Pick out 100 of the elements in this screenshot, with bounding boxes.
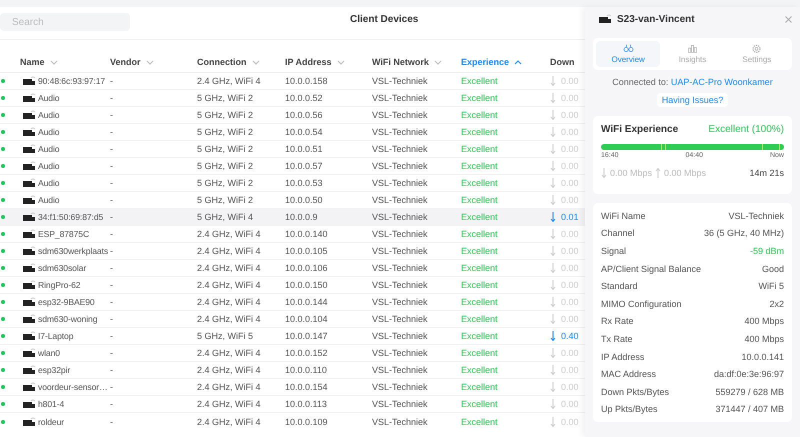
column-header[interactable]: IP Address xyxy=(285,57,332,67)
column-header[interactable]: Connection xyxy=(197,57,246,67)
device-icon xyxy=(23,297,35,307)
ip-cell-text: 10.0.0.56 xyxy=(285,110,324,120)
experience-cell-text: Excellent xyxy=(461,144,499,154)
binoculars-icon xyxy=(620,44,636,53)
vendor-cell-text: - xyxy=(110,314,114,324)
device-name: 34:f1:50:69:87:d5 xyxy=(38,212,104,222)
device-icon xyxy=(23,280,35,290)
device-name: sdm630solar xyxy=(38,263,86,273)
column-header: Down xyxy=(550,57,574,67)
device-icon xyxy=(23,144,35,154)
experience-cell-text: Excellent xyxy=(461,127,499,137)
down-arrow-icon xyxy=(550,297,556,307)
experience-cell-text: Excellent xyxy=(461,110,499,120)
connection-cell-text: 2.4 GHz, WiFi 4 xyxy=(197,399,262,409)
experience-cell-text: Excellent xyxy=(461,331,499,341)
vendor-cell-text: - xyxy=(110,93,114,103)
ip-cell-text: 10.0.0.158 xyxy=(285,76,329,86)
up-rate: 0.00 Mbps xyxy=(664,168,708,178)
down-arrow-icon xyxy=(550,416,556,426)
detail-label: Down Pkts/Bytes xyxy=(601,386,670,397)
detail-value: -59 dBm xyxy=(750,246,784,256)
network-cell-text: VSL-Techniek xyxy=(372,399,429,409)
ip-cell-text: 10.0.0.57 xyxy=(285,161,324,171)
down-arrow-icon xyxy=(550,246,556,256)
device-icon xyxy=(23,212,35,222)
vendor-cell-text: - xyxy=(110,382,114,392)
down-arrow-icon xyxy=(601,168,607,178)
down-rate: 0.40 xyxy=(561,331,579,341)
experience-cell-text: Excellent xyxy=(461,263,499,273)
device-icon xyxy=(599,14,611,24)
connection-cell-text: 5 GHz, WiFi 2 xyxy=(197,110,254,120)
device-name: ESP_87875C xyxy=(38,229,90,239)
down-arrow-icon xyxy=(550,127,556,137)
down-arrow-icon xyxy=(550,110,556,120)
ip-cell-text: 10.0.0.51 xyxy=(285,144,324,154)
vendor-cell-text: - xyxy=(110,416,114,426)
vendor-cell-text: - xyxy=(110,246,114,256)
table-row[interactable]: 34:f1:50:69:87:d5 - 5 GHz, WiFi 4 10.0.0.9 VSL-Techniek Excellent 0.01 xyxy=(0,209,585,226)
vendor-cell-text: - xyxy=(110,280,114,290)
network-cell-text: VSL-Techniek xyxy=(372,144,429,154)
down-arrow-icon xyxy=(550,76,556,86)
device-title: S23-van-Vincent xyxy=(617,14,696,24)
down-arrow-icon xyxy=(550,382,556,392)
close-button[interactable] xyxy=(785,16,792,22)
experience-cell-text: Excellent xyxy=(461,161,499,171)
network-cell-text: VSL-Techniek xyxy=(372,110,429,120)
detail-value: 36 (5 GHz, 40 MHz) xyxy=(704,228,784,238)
ip-cell-text: 10.0.0.105 xyxy=(285,246,329,256)
down-arrow-icon xyxy=(550,331,556,341)
detail-label: Up Pkts/Bytes xyxy=(601,404,658,414)
down-arrow-icon xyxy=(550,195,556,205)
device-icon xyxy=(23,416,35,426)
column-header[interactable]: Name xyxy=(20,57,45,67)
ip-cell-text: 10.0.0.106 xyxy=(285,263,329,273)
down-arrow-icon xyxy=(550,93,556,103)
ip-cell-text: 10.0.0.140 xyxy=(285,229,329,239)
device-icon xyxy=(23,110,35,120)
experience-cell-text: Excellent xyxy=(461,416,499,426)
detail-value: Good xyxy=(762,264,784,274)
connection-cell-text: 5 GHz, WiFi 2 xyxy=(197,161,254,171)
device-name: esp32-9BAE90 xyxy=(38,297,95,307)
network-cell-text: VSL-Techniek xyxy=(372,76,429,86)
device-name: sdm630werkplaats xyxy=(38,246,108,256)
table-row[interactable]: I7-Laptop - 5 GHz, WiFi 5 10.0.0.147 VSL-Techniek Excellent 0.40 xyxy=(0,328,585,345)
column-header[interactable]: WiFi Network xyxy=(372,57,429,67)
vendor-cell-text: - xyxy=(110,331,114,341)
vendor-cell-text: - xyxy=(110,161,114,171)
column-header[interactable]: Vendor xyxy=(110,57,141,67)
ip-cell-text: 10.0.0.147 xyxy=(285,331,329,341)
search-field[interactable]: Search xyxy=(0,13,130,31)
connection-cell-text: 2.4 GHz, WiFi 4 xyxy=(197,263,262,273)
device-icon xyxy=(23,365,35,375)
detail-value: da:df:0e:3e:96:97 xyxy=(714,369,784,380)
experience-cell-text: Excellent xyxy=(461,280,499,290)
card-title: WiFi Experience xyxy=(601,124,678,135)
down-arrow-icon xyxy=(550,212,556,222)
detail-value: 371447 / 407 MB xyxy=(715,404,784,414)
down-rate: 0.01 xyxy=(561,212,579,222)
connection-cell-text: 2.4 GHz, WiFi 4 xyxy=(197,314,262,324)
experience-cell-text: Excellent xyxy=(461,365,499,375)
connection-cell-text: 2.4 GHz, WiFi 4 xyxy=(197,365,262,375)
network-cell-text: VSL-Techniek xyxy=(372,246,429,256)
device-name: I7-Laptop xyxy=(38,331,74,341)
detail-label: MAC Address xyxy=(601,369,656,380)
detail-value: WiFi 5 xyxy=(758,281,784,292)
detail-value: 400 Mbps xyxy=(744,334,784,344)
device-name: sdm630-woning xyxy=(38,314,98,324)
device-name: RingPro-62 xyxy=(38,280,80,290)
connection-cell-text: 5 GHz, WiFi 2 xyxy=(197,93,254,103)
device-icon xyxy=(23,246,35,256)
up-arrow-icon xyxy=(655,168,662,178)
close-icon xyxy=(785,16,792,22)
network-cell-text: VSL-Techniek xyxy=(372,161,429,171)
device-icon xyxy=(23,314,35,324)
detail-label: Signal xyxy=(601,246,626,256)
ip-cell-text: 10.0.0.50 xyxy=(285,195,324,205)
detail-label: AP/Client Signal Balance xyxy=(601,264,702,274)
vendor-cell-text: - xyxy=(110,195,114,205)
